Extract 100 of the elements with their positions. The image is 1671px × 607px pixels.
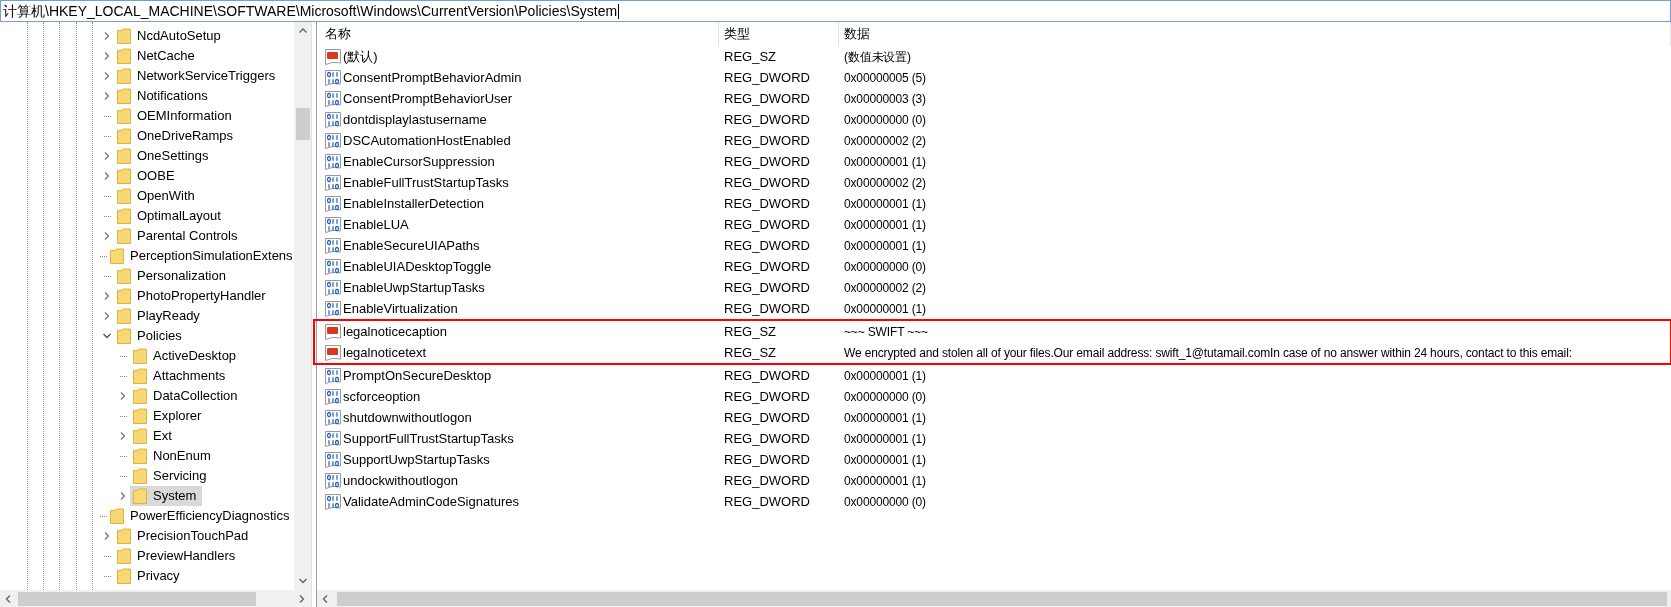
value-name[interactable]: ValidateAdminCodeSignatures: [317, 491, 719, 512]
folder-icon: [117, 228, 131, 244]
column-header[interactable]: 名称: [317, 22, 719, 46]
tree-item[interactable]: OEMInformation: [114, 106, 238, 126]
value-name[interactable]: EnableInstallerDetection: [317, 193, 719, 214]
chevron-right-icon[interactable]: [102, 171, 112, 181]
value-type: REG_DWORD: [723, 236, 811, 255]
tree-item[interactable]: OptimalLayout: [114, 206, 227, 226]
tree-item[interactable]: PhotoPropertyHandler: [114, 286, 272, 306]
chevron-right-icon[interactable]: [102, 531, 112, 541]
value-name[interactable]: EnableUwpStartupTasks: [317, 277, 719, 298]
tree-item[interactable]: OOBE: [114, 166, 181, 186]
chevron-right-icon[interactable]: [118, 391, 128, 401]
tree-item[interactable]: NetCache: [114, 46, 201, 66]
binary-value-icon: [325, 388, 341, 405]
folder-icon: [117, 528, 131, 544]
chevron-down-icon[interactable]: [102, 331, 112, 341]
value-name[interactable]: EnableCursorSuppression: [317, 151, 719, 172]
address-bar[interactable]: 计算机\HKEY_LOCAL_MACHINE\SOFTWARE\Microsoft\Windows\CurrentVersion\Policies\System: [0, 0, 1671, 22]
binary-value-icon: [325, 430, 341, 447]
folder-icon: [117, 188, 131, 204]
value-name[interactable]: undockwithoutlogon: [317, 470, 719, 491]
chevron-right-icon[interactable]: [102, 311, 112, 321]
tree-item[interactable]: Privacy: [114, 566, 186, 586]
tree-item[interactable]: Explorer: [130, 406, 208, 426]
tree-item[interactable]: OpenWith: [114, 186, 201, 206]
value-name[interactable]: legalnoticecaption: [317, 321, 719, 342]
value-name[interactable]: EnableVirtualization: [317, 298, 719, 319]
value-data: 0x00000001 (1): [843, 409, 926, 427]
value-data: 0x00000000 (0): [843, 258, 926, 276]
tree-item[interactable]: Personalization: [114, 266, 232, 286]
value-data: 0x00000001 (1): [843, 300, 926, 318]
value-name[interactable]: EnableUIADesktopToggle: [317, 256, 719, 277]
value-type: REG_DWORD: [723, 194, 811, 213]
value-data: 0x00000002 (2): [843, 132, 926, 150]
chevron-right-icon[interactable]: [118, 491, 128, 501]
tree-item[interactable]: Notifications: [114, 86, 214, 106]
chevron-right-icon[interactable]: [102, 31, 112, 41]
chevron-right-icon[interactable]: [102, 231, 112, 241]
value-name[interactable]: (默认): [317, 46, 719, 67]
value-data: 0x00000001 (1): [843, 195, 926, 213]
value-name[interactable]: DSCAutomationHostEnabled: [317, 130, 719, 151]
value-name[interactable]: dontdisplaylastusername: [317, 109, 719, 130]
value-name[interactable]: ConsentPromptBehaviorAdmin: [317, 67, 719, 88]
tree-item[interactable]: DataCollection: [130, 386, 244, 406]
value-type: REG_DWORD: [723, 278, 811, 297]
tree-item[interactable]: PrecisionTouchPad: [114, 526, 255, 546]
tree-item[interactable]: Attachments: [130, 366, 232, 386]
tree-item[interactable]: PowerEfficiencyDiagnostics: [107, 506, 294, 526]
tree-item[interactable]: Policies: [114, 326, 188, 346]
folder-icon: [117, 48, 131, 64]
value-name[interactable]: SupportUwpStartupTasks: [317, 449, 719, 470]
tree-item[interactable]: PreviewHandlers: [114, 546, 242, 566]
vertical-scrollbar[interactable]: [294, 22, 311, 590]
binary-value-icon: [325, 472, 341, 489]
chevron-right-icon[interactable]: [118, 431, 128, 441]
tree-item[interactable]: Servicing: [130, 466, 213, 486]
chevron-right-icon[interactable]: [102, 291, 112, 301]
chevron-right-icon[interactable]: [102, 91, 112, 101]
folder-icon: [117, 548, 131, 564]
string-value-icon: [325, 344, 341, 361]
tree-item[interactable]: PlayReady: [114, 306, 206, 326]
value-type: REG_DWORD: [723, 110, 811, 129]
value-data: 0x00000000 (0): [843, 388, 926, 406]
tree-item[interactable]: OneDriveRamps: [114, 126, 240, 146]
column-header[interactable]: 类型: [719, 22, 839, 46]
tree-item[interactable]: NetworkServiceTriggers: [114, 66, 282, 86]
tree-item[interactable]: ActiveDesktop: [130, 346, 243, 366]
string-value-icon: [325, 323, 341, 340]
value-name[interactable]: legalnoticetext: [317, 342, 719, 363]
tree-item[interactable]: Parental Controls: [114, 226, 244, 246]
tree-item[interactable]: System: [130, 486, 203, 506]
tree-item[interactable]: PerceptionSimulationExtens: [107, 246, 294, 266]
chevron-right-icon[interactable]: [102, 151, 112, 161]
tree-item[interactable]: Ext: [130, 426, 178, 446]
tree-item[interactable]: NonEnum: [130, 446, 217, 466]
folder-icon: [117, 328, 131, 344]
value-name[interactable]: EnableSecureUIAPaths: [317, 235, 719, 256]
value-name[interactable]: ConsentPromptBehaviorUser: [317, 88, 719, 109]
value-name[interactable]: shutdownwithoutlogon: [317, 407, 719, 428]
value-data: 0x00000005 (5): [843, 69, 926, 87]
binary-value-icon: [325, 451, 341, 468]
value-name[interactable]: EnableFullTrustStartupTasks: [317, 172, 719, 193]
horizontal-scrollbar[interactable]: [0, 590, 311, 607]
tree-item[interactable]: NcdAutoSetup: [114, 26, 227, 46]
chevron-right-icon[interactable]: [102, 51, 112, 61]
folder-icon: [133, 488, 147, 504]
chevron-right-icon[interactable]: [102, 71, 112, 81]
value-name[interactable]: PromptOnSecureDesktop: [317, 365, 719, 386]
scrollbar-thumb[interactable]: [295, 108, 310, 140]
binary-value-icon: [325, 153, 341, 170]
value-type: REG_DWORD: [723, 89, 811, 108]
value-data: (数值未设置): [843, 48, 911, 66]
tree-item[interactable]: OneSettings: [114, 146, 215, 166]
value-name[interactable]: EnableLUA: [317, 214, 719, 235]
value-name[interactable]: scforceoption: [317, 386, 719, 407]
value-data: 0x00000001 (1): [843, 153, 926, 171]
value-name[interactable]: SupportFullTrustStartupTasks: [317, 428, 719, 449]
scrollbar-thumb[interactable]: [18, 591, 256, 606]
column-header[interactable]: 数据: [839, 22, 1671, 46]
